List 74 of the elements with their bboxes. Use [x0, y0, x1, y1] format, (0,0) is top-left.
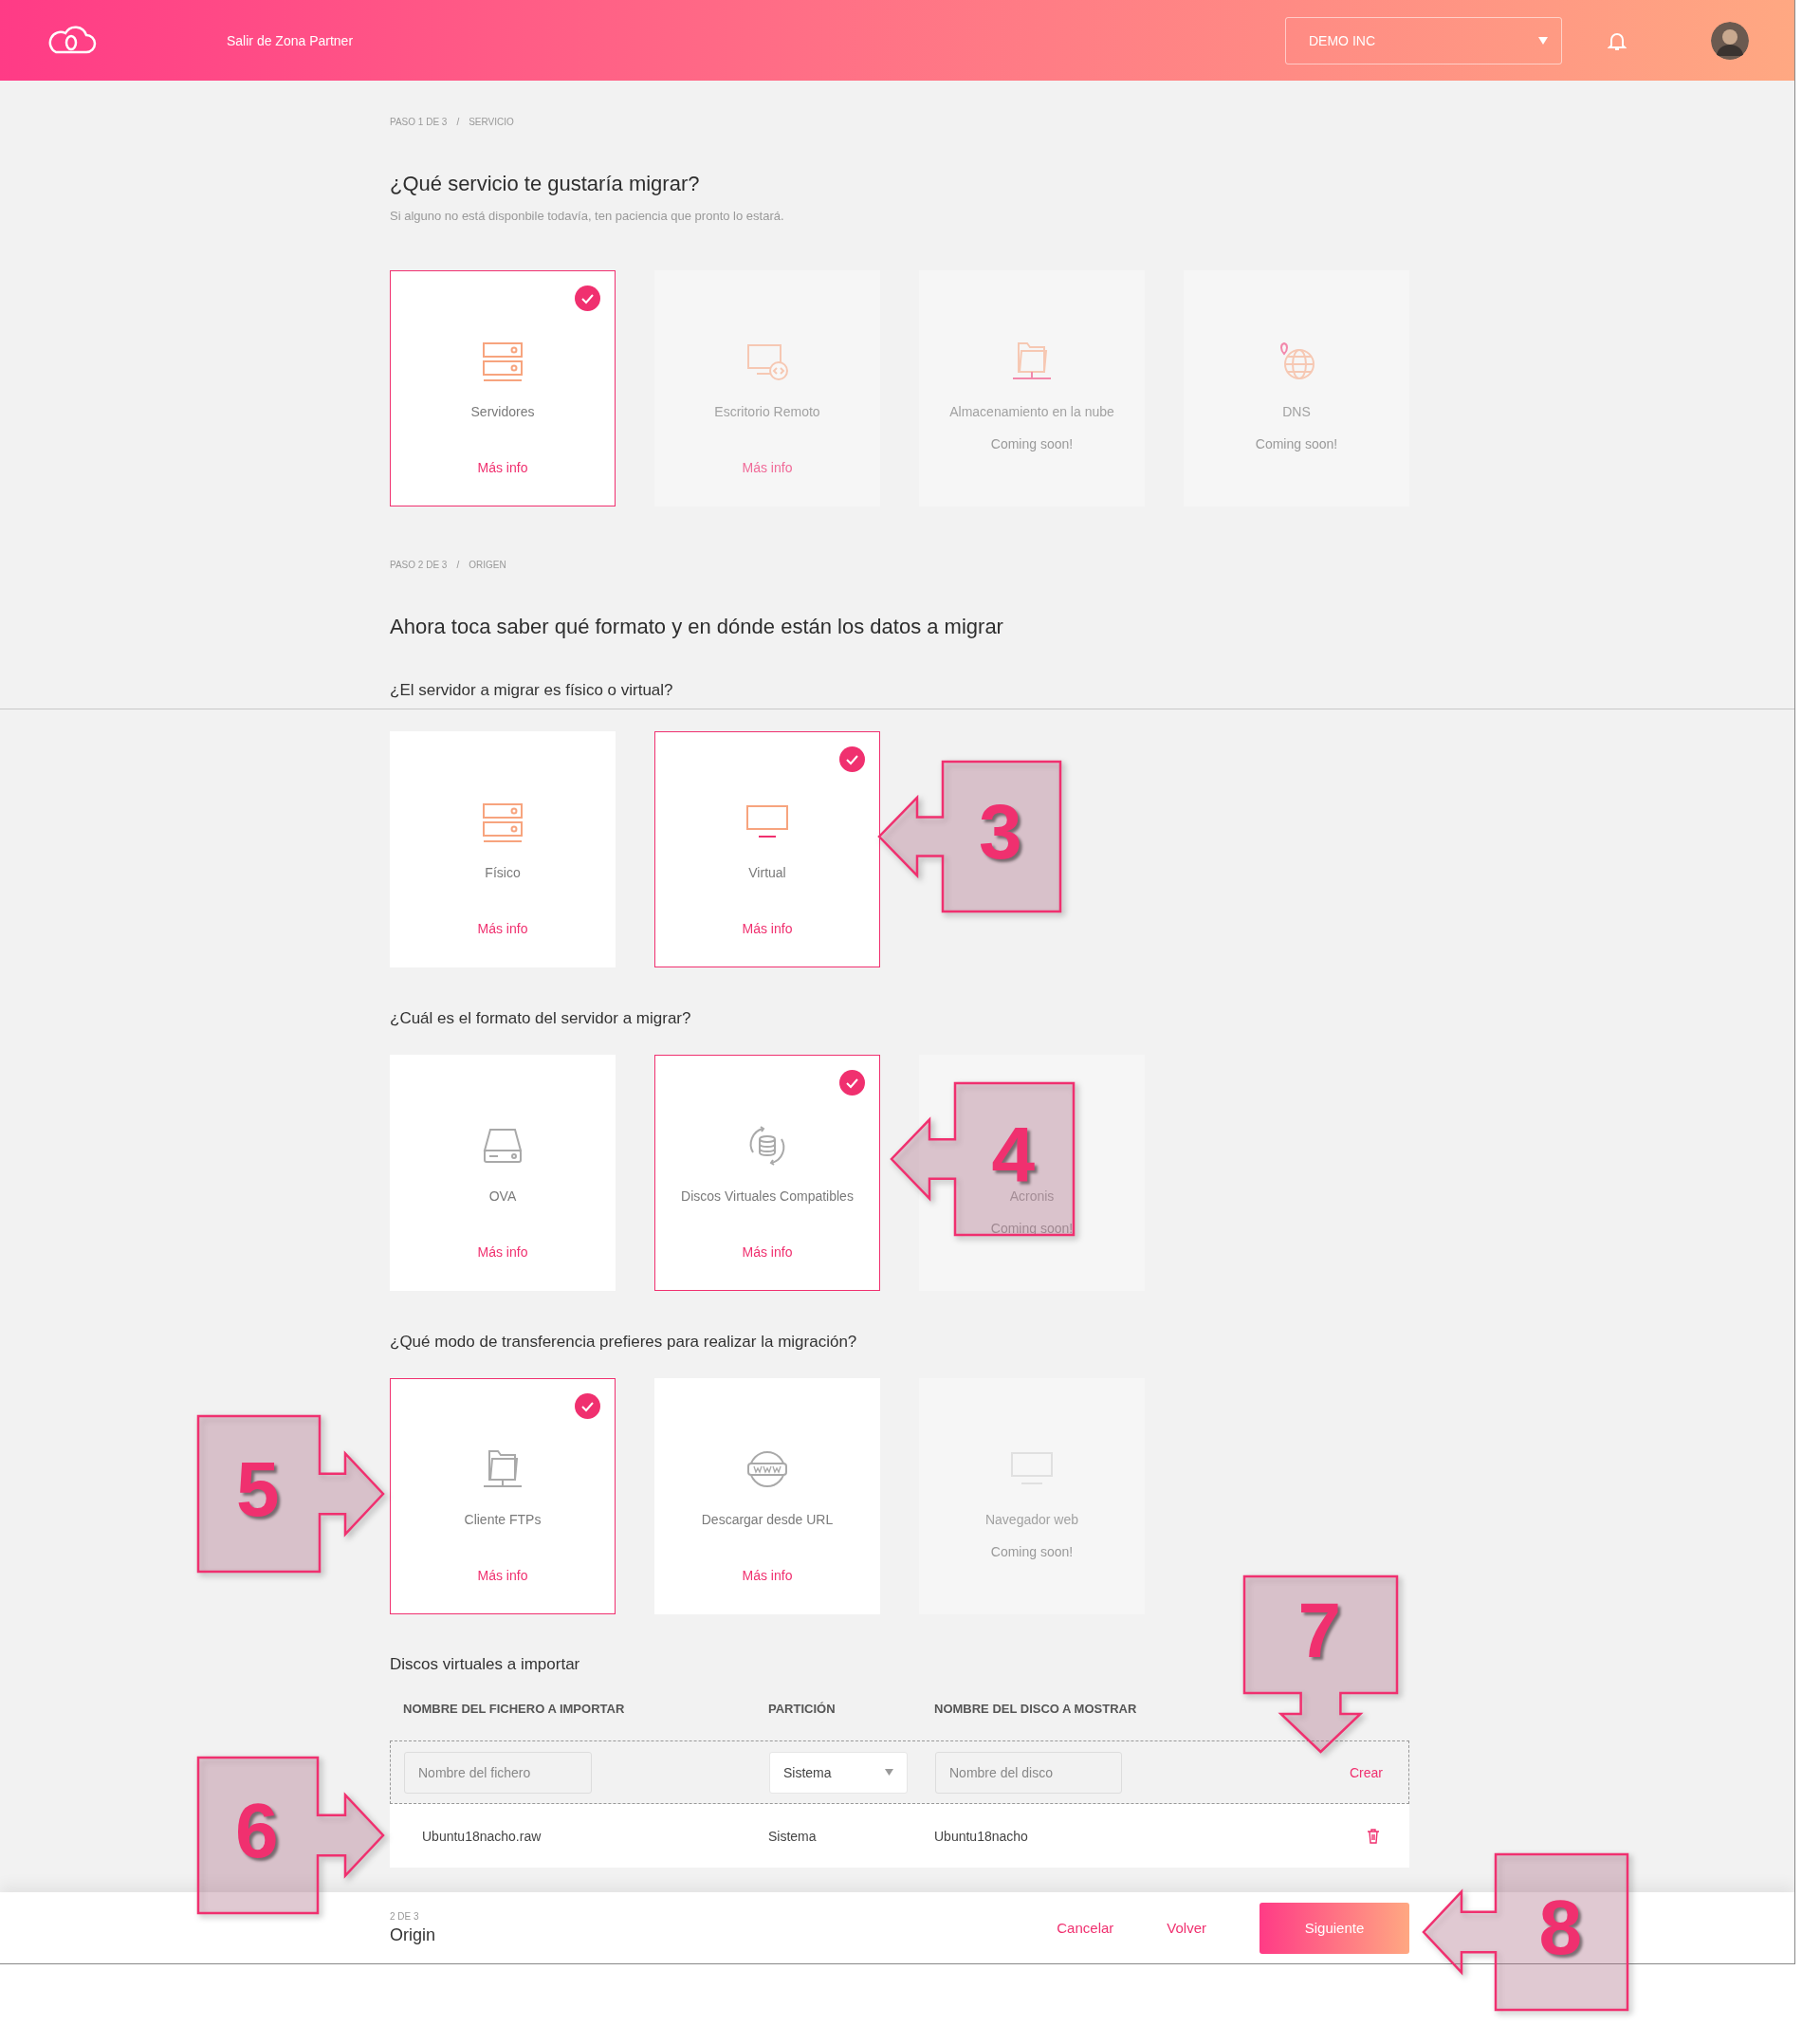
footer-step: 2 DE 3 — [390, 1910, 435, 1922]
more-info-link[interactable]: Más info — [742, 921, 793, 936]
more-info-link[interactable]: Más info — [477, 460, 528, 475]
server-icon — [481, 340, 524, 383]
create-link[interactable]: Crear — [1350, 1764, 1383, 1780]
callout-number: 4 — [991, 1121, 1036, 1188]
callout-number: 6 — [235, 1797, 279, 1864]
next-button[interactable]: Siguiente — [1260, 1902, 1409, 1954]
step-title: ¿Qué servicio te gustaría migrar? — [390, 171, 701, 197]
avatar[interactable] — [1711, 21, 1749, 60]
option-label: Almacenamiento en la nube — [949, 404, 1114, 419]
partition-select[interactable]: Sistema — [769, 1751, 908, 1794]
question-label: ¿Cuál es el formato del servidor a migrar? — [390, 1008, 691, 1029]
column-header: NOMBRE DEL FICHERO A IMPORTAR — [403, 1702, 626, 1717]
disk-name-field[interactable]: Nombre del disco — [935, 1751, 1122, 1794]
check-icon — [575, 285, 600, 311]
more-info-link[interactable]: Más info — [742, 1568, 793, 1583]
more-info-link[interactable]: Más info — [477, 1244, 528, 1260]
breadcrumb-separator: / — [456, 117, 460, 128]
breadcrumb-step: PASO 2 DE 3 — [390, 560, 448, 571]
callout-number: 8 — [1538, 1894, 1583, 1961]
option-card[interactable]: Descargar desde URL Más info — [654, 1378, 880, 1614]
footer-step-name: Origin — [390, 1924, 435, 1945]
company-dropdown[interactable]: DEMO INC — [1285, 16, 1562, 64]
option-card[interactable]: Físico Más info — [390, 731, 616, 967]
server-icon — [481, 801, 524, 844]
option-label: Servidores — [470, 404, 535, 419]
option-card[interactable]: Cliente FTPs Más info — [390, 1378, 616, 1614]
option-card[interactable]: OVA Más info — [390, 1055, 616, 1291]
callout-number: 7 — [1297, 1596, 1342, 1664]
option-card[interactable]: Servidores Más info — [390, 270, 616, 506]
coming-soon-label: Coming soon! — [1255, 436, 1338, 451]
cancel-button[interactable]: Cancelar — [1057, 1920, 1114, 1936]
step-title: Ahora toca saber qué formato y en dónde están los datos a migrar — [390, 614, 1004, 640]
option-label: Escritorio Remoto — [714, 404, 820, 419]
trash-icon[interactable] — [1367, 1828, 1380, 1844]
coming-soon-label: Coming soon! — [990, 436, 1074, 451]
option-label: Físico — [485, 865, 521, 880]
option-label: Navegador web — [984, 1512, 1079, 1527]
file-name-field[interactable]: Nombre del fichero — [404, 1751, 592, 1794]
caret-icon — [885, 1769, 893, 1776]
option-label: DNS — [1282, 404, 1311, 419]
option-label: Virtual — [748, 865, 786, 880]
question-label: ¿El servidor a migrar es físico o virtual? — [390, 680, 673, 701]
breadcrumb-section: ORIGEN — [469, 560, 506, 571]
table-cell-text: Ubuntu18nacho — [934, 1828, 1029, 1844]
step-subtitle: Si alguno no está disponbile todavía, ten paciencia que pronto lo estará. — [390, 209, 785, 224]
option-label: Cliente FTPs — [464, 1512, 542, 1527]
breadcrumb-separator: / — [456, 560, 460, 571]
option-card[interactable]: Virtual Más info — [654, 731, 880, 967]
caret-icon — [1538, 36, 1548, 45]
callout-number: 5 — [236, 1456, 280, 1522]
check-icon — [839, 746, 865, 772]
column-header: PARTICIÓN — [768, 1702, 837, 1717]
table-cell-text: Sistema — [768, 1828, 818, 1844]
section-title: Discos virtuales a importar — [390, 1654, 580, 1675]
option-label: Discos Virtuales Compatibles — [681, 1188, 854, 1204]
breadcrumb-step: PASO 1 DE 3 — [390, 117, 448, 128]
more-info-link[interactable]: Más info — [477, 921, 528, 936]
more-info-link[interactable]: Más info — [742, 1244, 793, 1260]
check-icon — [575, 1393, 600, 1419]
callout-number: 3 — [979, 799, 1022, 865]
column-header: NOMBRE DEL DISCO A MOSTRAR — [934, 1702, 1138, 1717]
option-card[interactable]: Discos Virtuales Compatibles Más info — [654, 1055, 880, 1291]
option-label: OVA — [488, 1188, 517, 1204]
more-info-link[interactable]: Más info — [477, 1568, 528, 1583]
check-icon — [839, 1070, 865, 1096]
question-label: ¿Qué modo de transferencia prefieres para realizar la migración? — [390, 1332, 857, 1353]
table-cell-text: Ubuntu18nacho.raw — [422, 1828, 542, 1844]
coming-soon-label: Coming soon! — [990, 1544, 1074, 1559]
breadcrumb-section: SERVICIO — [469, 117, 514, 128]
option-label: Descargar desde URL — [701, 1512, 834, 1527]
back-button[interactable]: Volver — [1167, 1920, 1206, 1936]
exit-partner-link[interactable]: Salir de Zona Partner — [227, 32, 354, 48]
